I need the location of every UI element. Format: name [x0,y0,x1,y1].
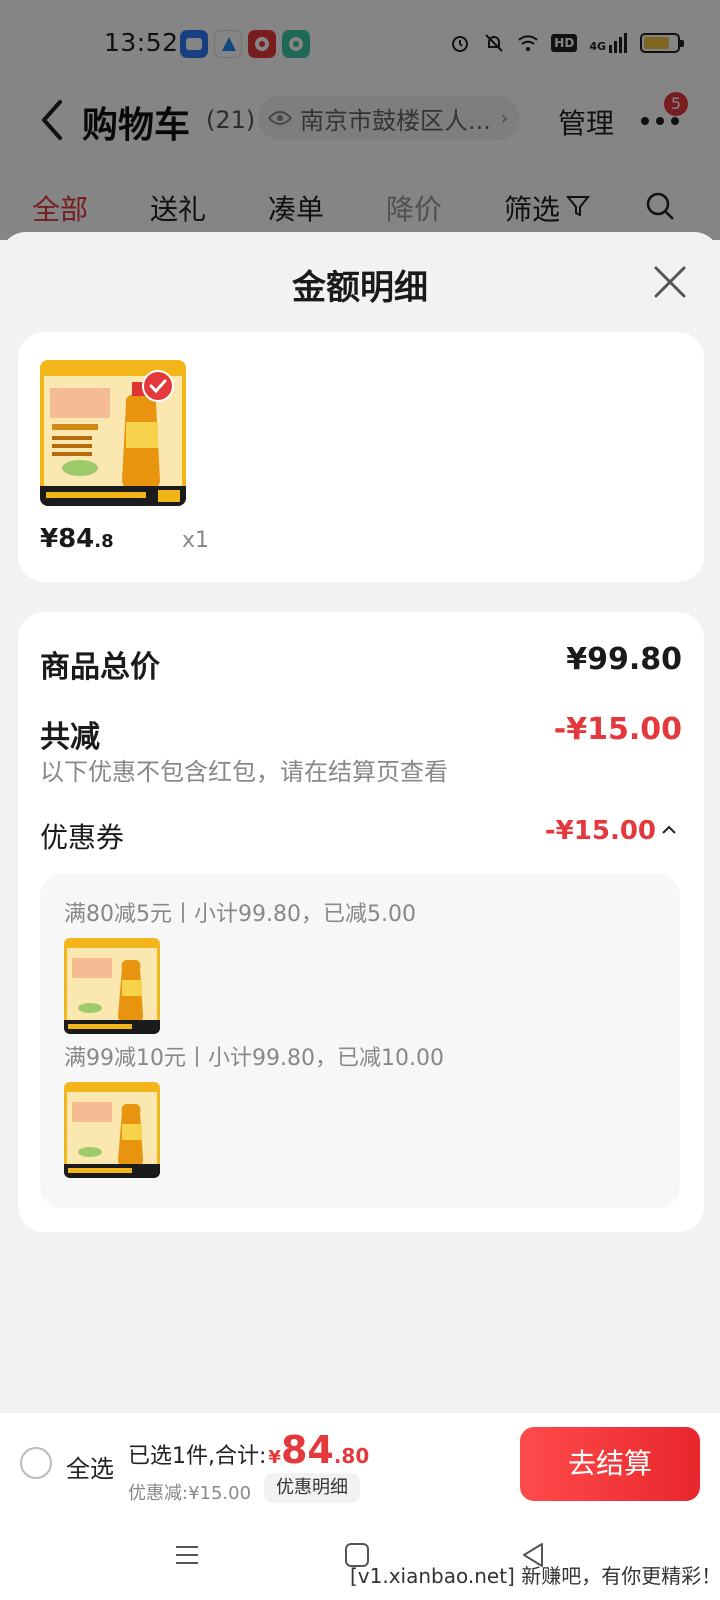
select-all-radio[interactable] [20,1447,52,1479]
selected-summary: 已选1件,合计: ¥ 84 .80 [128,1428,370,1472]
dim-overlay[interactable] [0,0,720,240]
coupon-label: 优惠券 [40,821,125,854]
coupon-value[interactable]: -¥15.00 [545,816,656,846]
navigation-bar: [v1.xianbao.net] 新赚吧，有你更精彩！ [0,1512,720,1600]
amount-detail-sheet: 金额明细 ¥84.8 x1 商品总价 ¥99.80 共减 -¥15.00 以下优… [0,232,720,1600]
sheet-title: 金额明细 [292,268,428,308]
checkout-button[interactable]: 去结算 [520,1427,700,1501]
menu-icon[interactable] [172,1540,202,1570]
promo-product-thumbnail [64,938,160,1034]
selected-text: 已选1件,合计: [128,1444,267,1469]
soybean-oil-image [64,938,160,1034]
watermark: [v1.xianbao.net] 新赚吧，有你更精彩！ [350,1564,720,1588]
product-card: ¥84.8 x1 [18,332,704,582]
discount-total-value: -¥15.00 [553,712,682,747]
item-price: ¥84.8 [40,524,114,554]
soybean-oil-image [64,1082,160,1178]
item-quantity: x1 [182,528,210,553]
select-all-label[interactable]: 全选 [66,1449,114,1484]
promo-line: 满99减10元丨小计99.80，已减10.00 [64,1046,444,1071]
discount-summary: 优惠减:¥15.00 [128,1483,252,1504]
discount-total-label: 共减 [40,720,100,755]
promo-product-thumbnail [64,1082,160,1178]
price-summary-card: 商品总价 ¥99.80 共减 -¥15.00 以下优惠不包含红包，请在结算页查看… [18,612,704,1232]
chevron-up-icon[interactable] [660,824,678,836]
checkout-bar: 全选 已选1件,合计: ¥ 84 .80 优惠减:¥15.00 优惠明细 去结算 [0,1412,720,1512]
total-integer: 84 [280,1428,334,1472]
selected-check-icon[interactable] [142,370,174,402]
total-decimal: .80 [333,1444,370,1468]
total-price-label: 商品总价 [40,650,160,685]
close-icon[interactable] [650,262,690,302]
coupon-details: 满80减5元丨小计99.80，已减5.00 满99减10元丨小计99.80，已减… [40,874,680,1208]
total-currency: ¥ [268,1447,281,1468]
promo-line: 满80减5元丨小计99.80，已减5.00 [64,902,416,927]
discount-note: 以下优惠不包含红包，请在结算页查看 [40,758,448,786]
total-price-value: ¥99.80 [566,642,682,677]
product-thumbnail[interactable] [40,360,186,506]
discount-detail-button[interactable]: 优惠明细 [264,1473,360,1503]
